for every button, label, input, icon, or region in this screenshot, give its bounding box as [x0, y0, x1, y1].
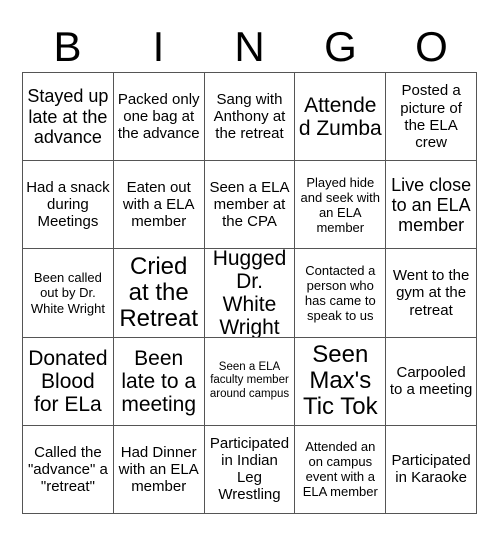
bingo-cell-r1c1[interactable]: Stayed up late at the advance: [23, 73, 114, 162]
bingo-cell-text: Carpooled to a meeting: [389, 364, 473, 399]
bingo-header-letter-g: G: [324, 23, 357, 70]
bingo-cell-r5c5[interactable]: Participated in Karaoke: [386, 425, 477, 514]
bingo-cell-r3c1[interactable]: Been called out by Dr. White Wright: [23, 249, 114, 338]
bingo-cell-text: Seen Max's Tic Tok: [302, 341, 378, 421]
bingo-cell-text: Went to the gym at the retreat: [392, 267, 470, 319]
bingo-cell-text: Posted a picture of the ELA crew: [400, 82, 462, 151]
bingo-cell-r2c1[interactable]: Had a snack during Meetings: [23, 161, 114, 250]
bingo-cell-r3c3[interactable]: Hugged Dr. White Wright: [204, 249, 296, 338]
bingo-cell-r3c2[interactable]: Cried at the Retreat: [113, 249, 205, 338]
bingo-cell-text: Donated Blood for ELa: [28, 346, 108, 416]
bingo-cell-text: Called the "advance" a "retreat": [27, 443, 108, 495]
bingo-cell-text: Seen a ELA member at the CPA: [209, 179, 290, 231]
bingo-cell-r2c4[interactable]: Played hide and seek with an ELA member: [295, 161, 387, 250]
bingo-cell-text: Sang with Anthony at the retreat: [213, 90, 286, 143]
bingo-cell-text: Live close to an ELA member: [391, 174, 472, 235]
bingo-cell-text: Packed only one bag at the advance: [117, 90, 200, 143]
bingo-cell-r3c5[interactable]: Went to the gym at the retreat: [386, 249, 477, 338]
bingo-cell-text: Contacted a person who has came to speak…: [304, 262, 376, 324]
bingo-cell-r3c4[interactable]: Contacted a person who has came to speak…: [295, 249, 387, 338]
bingo-cell-r1c2[interactable]: Packed only one bag at the advance: [113, 73, 205, 162]
bingo-grid: Stayed up late at the advance Packed onl…: [22, 72, 477, 514]
bingo-cell-text: Participated in Karaoke: [391, 452, 471, 487]
bingo-cell-text: Attended Zumba: [298, 93, 382, 140]
bingo-header-letter-i: I: [152, 23, 165, 70]
bingo-cell-text: Had a snack during Meetings: [26, 179, 110, 231]
bingo-cell-text: Eaten out with a ELA member: [122, 179, 195, 231]
bingo-cell-text: Had Dinner with an ELA member: [118, 443, 199, 495]
bingo-cell-r4c3[interactable]: Seen a ELA faculty member around campus: [204, 337, 296, 426]
bingo-header-letter-n: N: [234, 23, 265, 70]
bingo-cell-r1c4[interactable]: Attended Zumba: [295, 73, 387, 162]
bingo-cell-r5c1[interactable]: Called the "advance" a "retreat": [23, 425, 114, 514]
bingo-cell-r5c4[interactable]: Attended an on campus event with a ELA m…: [295, 425, 387, 514]
bingo-cell-r4c2[interactable]: Been late to a meeting: [113, 337, 205, 426]
bingo-header-letter-o: O: [415, 23, 448, 70]
bingo-cell-r1c5[interactable]: Posted a picture of the ELA crew: [386, 73, 477, 162]
bingo-cell-r2c3[interactable]: Seen a ELA member at the CPA: [204, 161, 296, 250]
bingo-cell-text: Cried at the Retreat: [119, 253, 199, 332]
bingo-cell-r4c5[interactable]: Carpooled to a meeting: [386, 337, 477, 426]
bingo-card: B I N G O Stayed up late at the advance …: [0, 0, 500, 544]
bingo-cell-r4c1[interactable]: Donated Blood for ELa: [23, 337, 114, 426]
bingo-cell-r2c2[interactable]: Eaten out with a ELA member: [113, 161, 205, 250]
bingo-cell-text: Been late to a meeting: [121, 346, 197, 416]
bingo-cell-r5c3[interactable]: Participated in Indian Leg Wrestling: [204, 425, 296, 514]
bingo-cell-text: Played hide and seek with an ELA member: [300, 174, 381, 235]
bingo-cell-r5c2[interactable]: Had Dinner with an ELA member: [113, 425, 205, 514]
bingo-header-letter-b: B: [53, 23, 82, 70]
bingo-cell-r2c5[interactable]: Live close to an ELA member: [386, 161, 477, 250]
bingo-cell-text: Stayed up late at the advance: [27, 86, 109, 147]
bingo-cell-text: Hugged Dr. White Wright: [212, 249, 287, 338]
bingo-cell-text: Attended an on campus event with a ELA m…: [302, 439, 378, 500]
bingo-cell-text: Participated in Indian Leg Wrestling: [209, 435, 290, 504]
bingo-cell-r4c4[interactable]: Seen Max's Tic Tok: [295, 337, 387, 426]
bingo-cell-text: Seen a ELA faculty member around campus: [209, 360, 290, 400]
bingo-cell-text: Been called out by Dr. White Wright: [30, 270, 105, 316]
bingo-cell-r1c3[interactable]: Sang with Anthony at the retreat: [204, 73, 296, 162]
bingo-header-row: B I N G O: [22, 22, 477, 72]
